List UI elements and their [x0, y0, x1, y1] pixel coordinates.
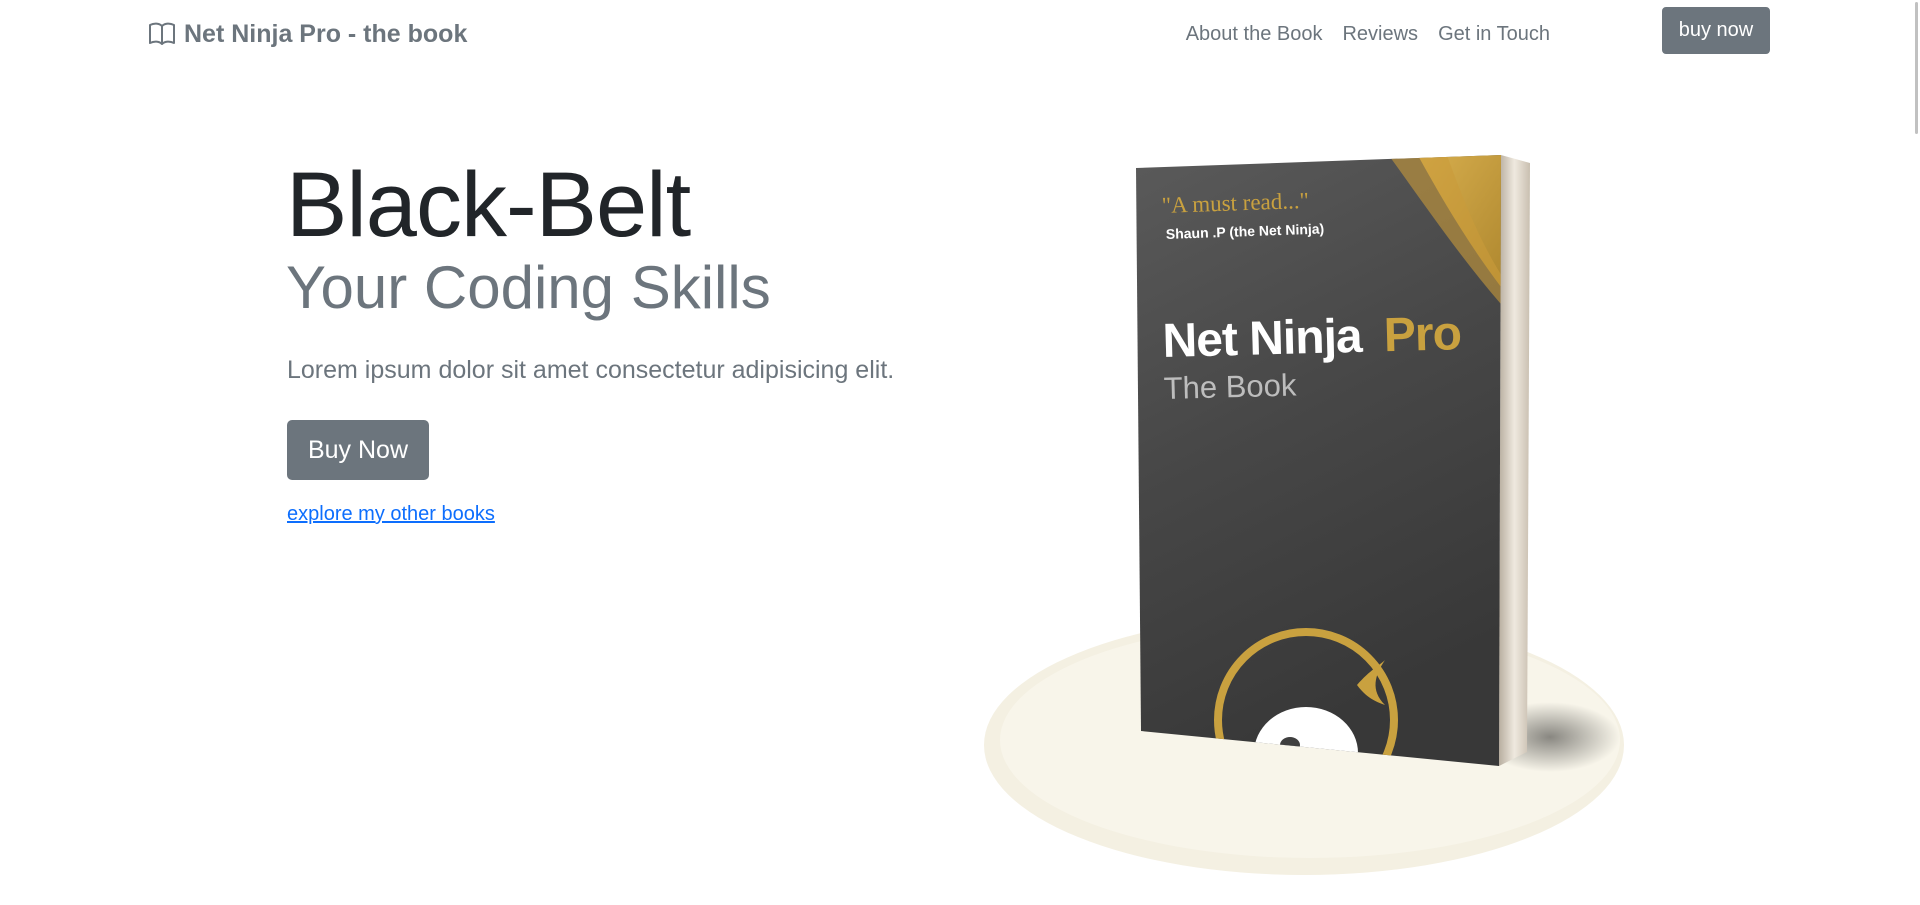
scrollbar-thumb[interactable]: [1915, 2, 1918, 134]
hero-buy-button[interactable]: Buy Now: [287, 420, 429, 480]
hero-title: Black-Belt: [286, 154, 691, 256]
book-title-main: Net Ninja: [1162, 310, 1364, 368]
nav-link-contact[interactable]: Get in Touch: [1438, 20, 1550, 48]
navbar: Net Ninja Pro - the book About the Book …: [0, 0, 1920, 66]
book-title-pro: Pro: [1383, 307, 1461, 362]
brand-link[interactable]: Net Ninja Pro - the book: [148, 16, 467, 52]
book-icon: [149, 22, 175, 45]
nav-link-reviews[interactable]: Reviews: [1342, 20, 1418, 48]
book-quote: "A must read...": [1161, 188, 1309, 218]
book-image: "A must read..." Shaun .P (the Net Ninja…: [975, 145, 1635, 875]
hero-lead: Lorem ipsum dolor sit amet consectetur a…: [287, 356, 895, 384]
brand-text: Net Ninja Pro - the book: [184, 19, 468, 48]
hero-subtitle: Your Coding Skills: [286, 254, 771, 321]
nav-links: About the Book Reviews Get in Touch: [1186, 20, 1550, 48]
other-books-link[interactable]: explore my other books: [287, 503, 495, 526]
book-subtitle: The Book: [1163, 368, 1297, 406]
nav-buy-button[interactable]: buy now: [1662, 7, 1770, 54]
svg-text:Net Ninja Pro: Net Ninja Pro: [1162, 307, 1462, 368]
nav-link-about[interactable]: About the Book: [1186, 20, 1323, 48]
scrollbar[interactable]: [1911, 0, 1920, 905]
